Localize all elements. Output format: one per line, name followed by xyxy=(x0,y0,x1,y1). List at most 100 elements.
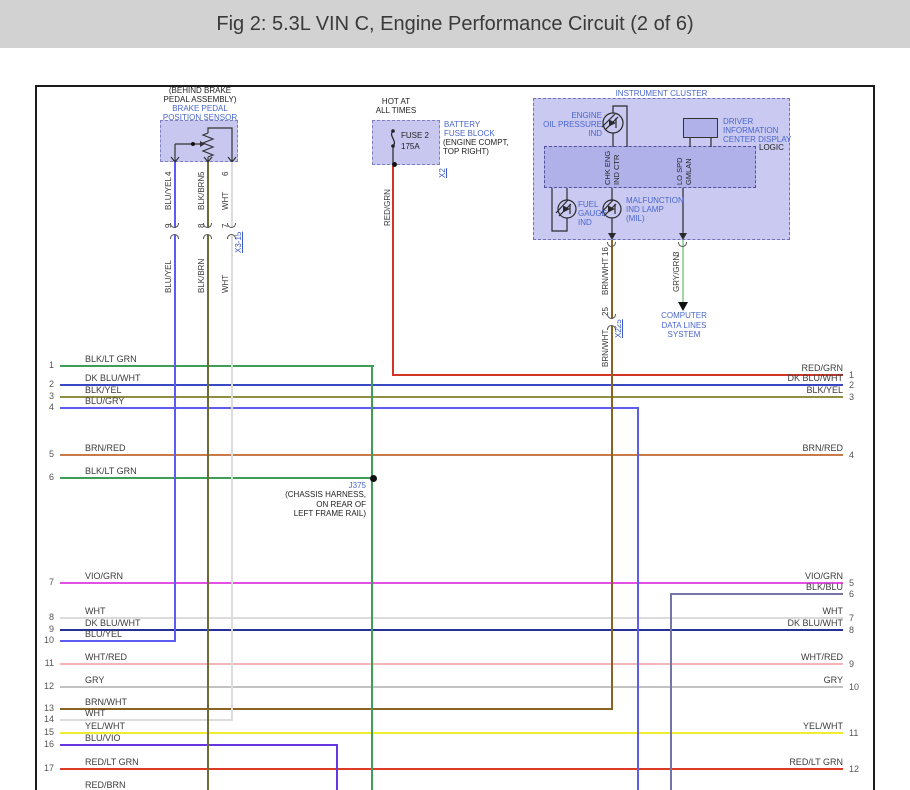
wire-label-left: BRN/RED xyxy=(85,443,126,453)
wire-vertical xyxy=(611,240,613,710)
wire-label-right: YEL/WHT xyxy=(802,721,843,731)
row-number-right: 8 xyxy=(849,625,855,635)
oil-pressure-ind-label: ENGINE OIL PRESSURE IND xyxy=(543,111,602,138)
wire-label-right: BLK/YEL xyxy=(806,385,843,395)
rotated-wire-label: BRN/WHT xyxy=(601,329,610,367)
wire-row xyxy=(60,686,843,688)
row-number-left: 11 xyxy=(44,658,54,668)
connector-mark-icon xyxy=(227,234,236,239)
row-number-left: 14 xyxy=(43,714,54,724)
fuse-name: FUSE 2 xyxy=(401,131,430,140)
dic-display-label: DRIVER INFORMATION CENTER DISPLAY xyxy=(723,117,792,144)
wire-label-right: BLK/BLU xyxy=(805,582,843,592)
wire-label-right: BRN/RED xyxy=(802,443,843,453)
sensor-location-note: (BEHIND BRAKE PEDAL ASSEMBLY) xyxy=(163,86,237,104)
rotated-wire-label: BLU/YEL xyxy=(164,260,173,293)
row-number-right: 5 xyxy=(849,578,855,588)
row-number-left: 15 xyxy=(43,727,54,737)
wire-row xyxy=(671,593,843,595)
row-number-left: 3 xyxy=(48,391,54,401)
wire-label-left: RED/BRN xyxy=(85,780,126,790)
row-number-left: 1 xyxy=(48,360,54,370)
wire-label-left: YEL/WHT xyxy=(85,721,126,731)
wire-label-left: RED/LT GRN xyxy=(85,757,139,767)
wire-row xyxy=(60,663,843,665)
rotated-wire-label: GMLAN xyxy=(684,158,693,185)
wire-label-left: BLU/VIO xyxy=(85,733,121,743)
down-arrow-icon xyxy=(679,233,687,240)
wire-label-right: WHT xyxy=(822,606,844,616)
wire-label-right: RED/GRN xyxy=(801,363,843,373)
wire-label-left: BRN/WHT xyxy=(85,697,127,707)
row-number-right: 1 xyxy=(849,370,855,380)
wire-label-right: WHT/RED xyxy=(801,652,843,662)
wire-label-left: VIO/GRN xyxy=(85,571,124,581)
computer-data-lines-label: COMPUTER DATA LINES SYSTEM xyxy=(661,311,707,339)
potentiometer-symbol xyxy=(170,127,237,163)
fuse-rating: 175A xyxy=(401,142,420,151)
sensor-name: BRAKE PEDAL POSITION SENSOR xyxy=(162,104,238,122)
wire-row xyxy=(60,407,639,409)
rotated-wire-label: RED/GRN xyxy=(383,189,392,226)
fuel-gauge-ind-label: FUEL GAUGE IND xyxy=(578,200,607,227)
rotated-wire-label: CHK ENG xyxy=(603,150,612,185)
wire-label-left: BLK/YEL xyxy=(85,385,122,395)
row-number-left: 5 xyxy=(48,449,54,459)
wire-row xyxy=(60,708,613,710)
wire-row xyxy=(60,454,843,456)
pin-number: 4 xyxy=(164,171,173,176)
wire-row xyxy=(60,640,176,642)
wire-vertical xyxy=(637,407,639,790)
rotated-wire-label: GRY/GRN xyxy=(672,254,681,292)
row-number-right: 11 xyxy=(849,728,859,738)
row-number-left: 9 xyxy=(48,624,54,634)
row-number-left: 6 xyxy=(48,472,54,482)
row-number-right: 7 xyxy=(849,613,855,623)
splice-dot-icon xyxy=(370,475,377,482)
row-number-left: 4 xyxy=(48,402,54,412)
wire-vertical xyxy=(670,593,672,790)
splice-description: (CHASSIS HARNESS, ON REAR OF LEFT FRAME … xyxy=(285,490,366,518)
row-number-left: 16 xyxy=(43,739,54,749)
wire-label-left: WHT xyxy=(85,708,106,718)
wire-label-right: GRY xyxy=(823,675,843,685)
rotated-wire-label: BRN/WHT xyxy=(601,257,610,295)
connector-mark-icon xyxy=(607,325,616,330)
wire-row xyxy=(60,365,374,367)
down-arrow-icon xyxy=(608,233,616,240)
pin-number: 6 xyxy=(221,171,230,176)
row-number-left: 8 xyxy=(48,612,54,622)
row-number-left: 7 xyxy=(48,577,54,587)
row-number-right: 10 xyxy=(849,682,860,692)
wire-vertical xyxy=(682,240,684,302)
row-number-left: 17 xyxy=(43,763,54,773)
rotated-wire-label: BLK/BRN xyxy=(197,258,206,293)
wire-label-right: DK BLU/WHT xyxy=(787,373,843,383)
wire-vertical xyxy=(336,744,338,790)
wire-vertical xyxy=(231,162,233,721)
row-number-left: 13 xyxy=(43,703,54,713)
connector-link[interactable]: X2 xyxy=(438,168,447,178)
down-arrow-icon xyxy=(678,302,688,311)
connector-mark-icon xyxy=(170,234,179,239)
logic-label: LOGIC xyxy=(759,143,784,152)
junction-dot-icon xyxy=(191,142,195,146)
splice-dot-icon xyxy=(392,162,397,167)
wire-row xyxy=(60,629,843,631)
wire-label-right: VIO/GRN xyxy=(804,571,843,581)
wiring-diagram-page: Fig 2: 5.3L VIN C, Engine Performance Ci… xyxy=(0,0,910,790)
wire-label-left: BLK/LT GRN xyxy=(85,354,137,364)
wire-label-right: RED/LT GRN xyxy=(789,757,843,767)
fuse-location-label: (ENGINE COMPT, TOP RIGHT) xyxy=(443,138,509,156)
battery-fuse-block-label: BATTERY FUSE BLOCK xyxy=(444,120,495,138)
wire-row xyxy=(60,768,843,770)
wire-label-left: BLU/GRY xyxy=(85,396,125,406)
wire-label-left: WHT xyxy=(85,606,106,616)
wire-row xyxy=(60,396,843,398)
rotated-wire-label: LO SPD xyxy=(675,157,684,185)
row-number-right: 4 xyxy=(849,450,855,460)
wire-label-left: WHT/RED xyxy=(85,652,127,662)
wire-label-left: BLK/LT GRN xyxy=(85,466,137,476)
pin-number: 16 xyxy=(601,247,610,256)
wire-label-left: GRY xyxy=(85,675,105,685)
